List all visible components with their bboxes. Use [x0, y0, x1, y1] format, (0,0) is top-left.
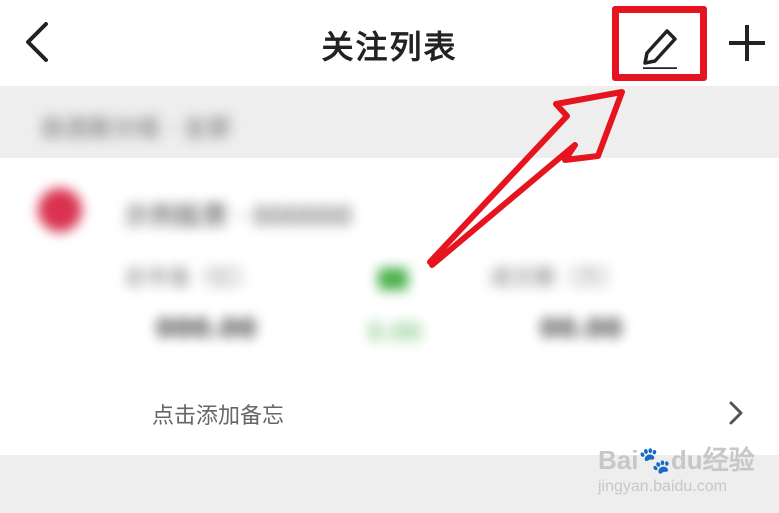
chevron-right-icon	[729, 401, 743, 425]
group-filter-bar[interactable]: 自选股分组 · 全部	[0, 86, 779, 158]
plus-icon	[729, 25, 765, 61]
change-indicator	[378, 268, 408, 290]
stock-name: 示例股票 · 000000	[124, 202, 353, 232]
metric-value: 000.00	[156, 314, 257, 344]
add-memo-row[interactable]: 点击添加备忘	[0, 384, 779, 444]
pencil-edit-icon	[643, 29, 677, 69]
add-button[interactable]	[726, 22, 768, 64]
metric-label: 总市值（亿）	[124, 266, 257, 291]
stock-card[interactable]: 示例股票 · 000000 总市值（亿） 000.00 0.00 成交额（万） …	[0, 158, 779, 455]
stock-logo-icon	[38, 188, 82, 232]
metric-value: 00.00	[540, 314, 623, 344]
edit-button[interactable]	[612, 6, 707, 81]
change-value: 0.00	[368, 318, 422, 346]
add-memo-label: 点击添加备忘	[152, 404, 285, 429]
watermark-url: jingyan.baidu.com	[598, 478, 727, 495]
baidu-watermark: Bai🐾du经验 jingyan.baidu.com	[598, 440, 768, 500]
group-label: 自选股分组 · 全部	[40, 114, 231, 142]
metric-label: 成交额（万）	[490, 266, 623, 291]
top-nav-bar: 关注列表	[0, 0, 779, 86]
watermark-logo: Bai🐾du经验	[598, 445, 755, 475]
